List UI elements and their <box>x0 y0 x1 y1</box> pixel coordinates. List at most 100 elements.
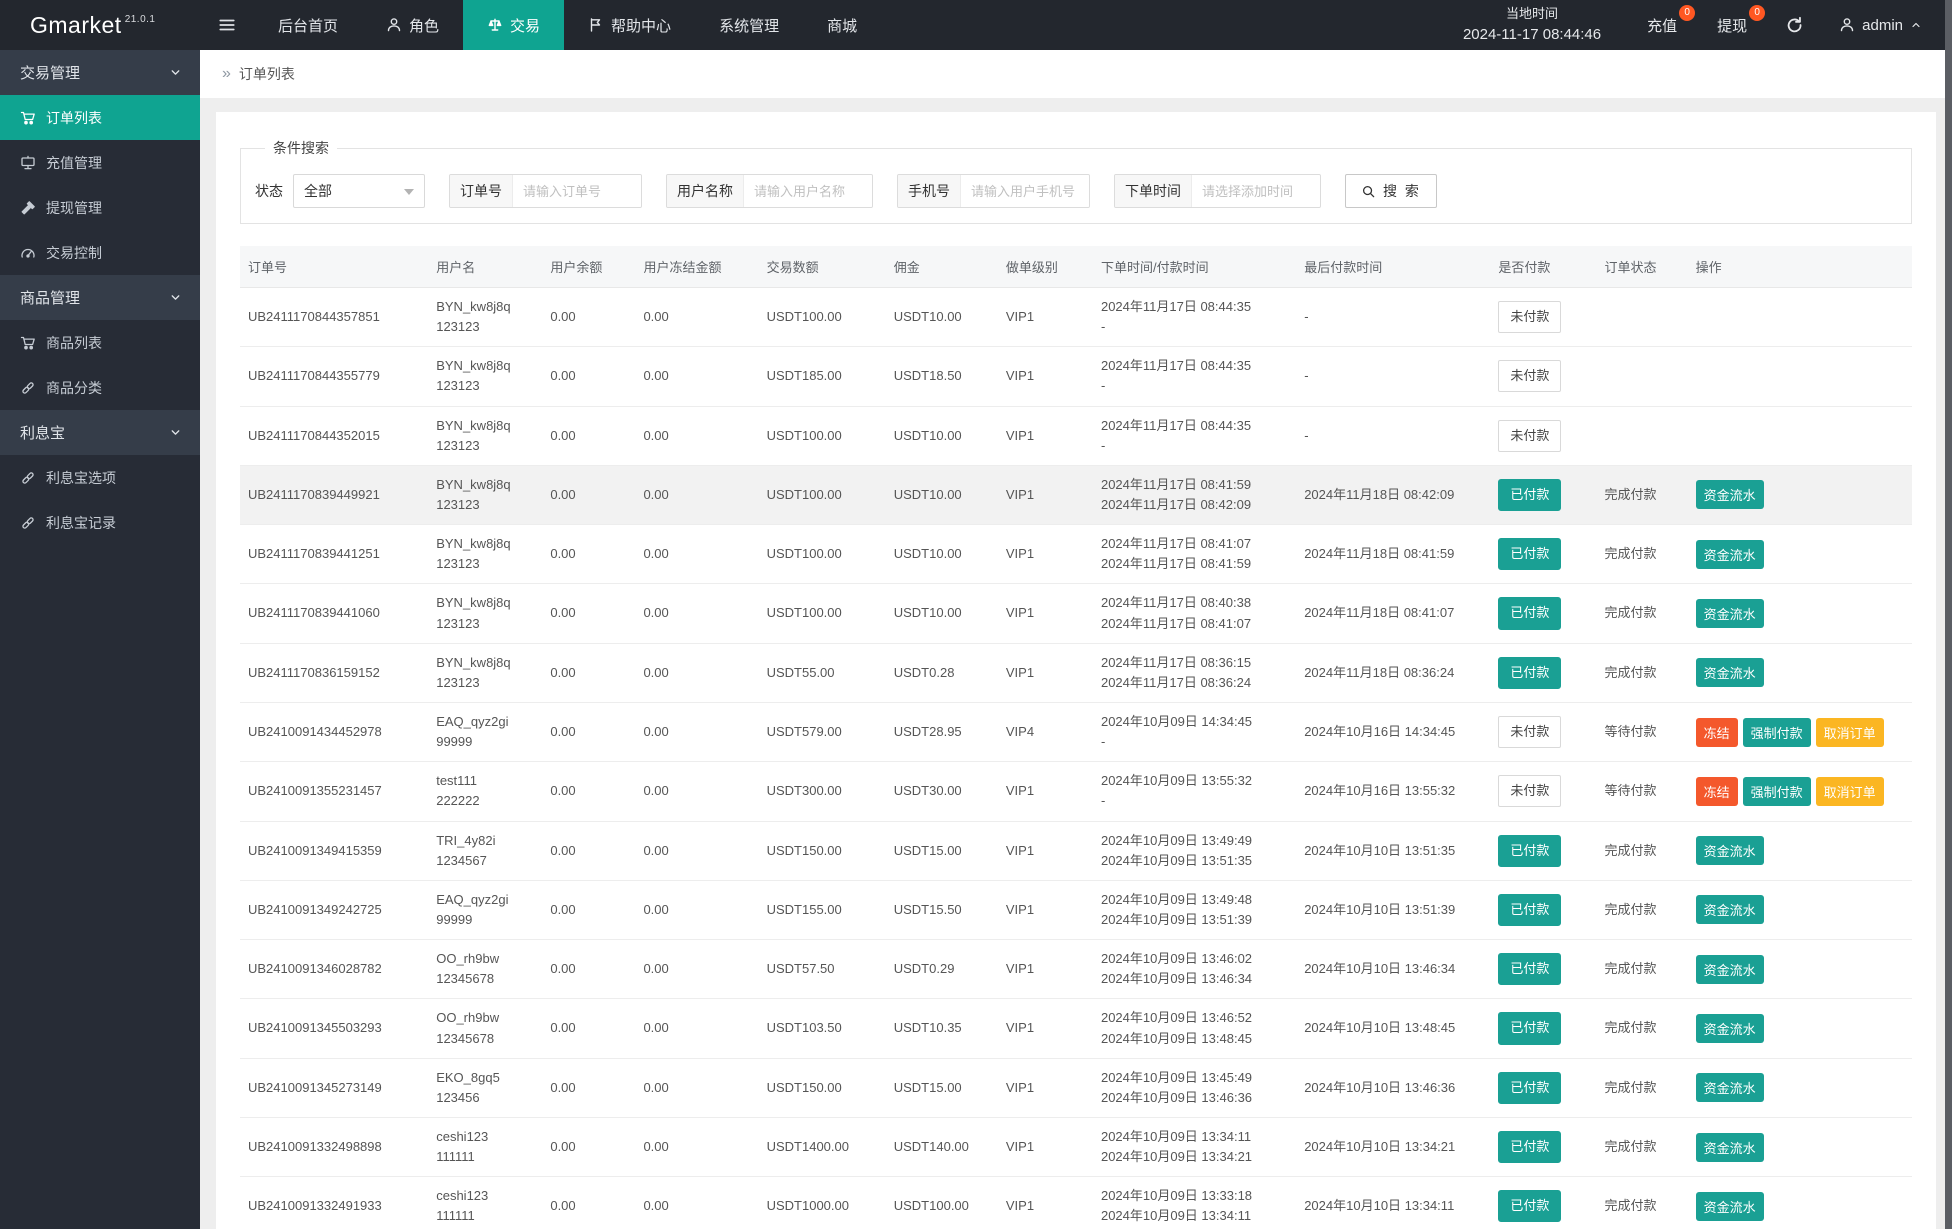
order-no-input[interactable] <box>513 175 641 207</box>
sidebar-item-goods-list[interactable]: 商品列表 <box>0 320 200 365</box>
username-cell: ceshi123111111 <box>428 1177 542 1229</box>
sidebar-item-lixibao-records[interactable]: 利息宝记录 <box>0 500 200 545</box>
fund-flow-button[interactable]: 资金流水 <box>1696 1014 1764 1043</box>
cancel-order-button[interactable]: 取消订单 <box>1816 777 1884 806</box>
sidebar-item-lixibao-options[interactable]: 利息宝选项 <box>0 455 200 500</box>
scrollbar-thumb[interactable] <box>1945 0 1952 1229</box>
column-header: 操作 <box>1688 246 1912 288</box>
order-time-label: 下单时间 <box>1115 175 1192 207</box>
order-no-cell: UB2411170844352015 <box>240 406 428 465</box>
freeze-button[interactable]: 冻结 <box>1696 718 1738 747</box>
recharge-label: 充值 <box>1647 15 1677 36</box>
sidebar-item-trade-control[interactable]: 交易控制 <box>0 230 200 275</box>
sidebar: 交易管理订单列表充值管理提现管理交易控制商品管理商品列表商品分类利息宝利息宝选项… <box>0 50 200 1229</box>
order-time-input[interactable] <box>1192 175 1320 207</box>
recharge-nav-button[interactable]: 充值 0 <box>1627 0 1697 50</box>
last-pay-time-cell: 2024年10月16日 14:34:45 <box>1296 702 1490 761</box>
column-header: 是否付款 <box>1490 246 1596 288</box>
last-pay-time-cell: - <box>1296 406 1490 465</box>
sidebar-group-goods-mgmt[interactable]: 商品管理 <box>0 275 200 320</box>
frozen-cell: 0.00 <box>635 1177 758 1229</box>
recharge-badge: 0 <box>1679 5 1695 21</box>
force-pay-button[interactable]: 强制付款 <box>1743 718 1811 747</box>
status-filter: 状态 全部 <box>255 174 425 208</box>
fund-flow-button[interactable]: 资金流水 <box>1696 658 1764 687</box>
order-no-cell: UB2410091349242725 <box>240 880 428 939</box>
order-no-cell: UB2410091332498898 <box>240 1117 428 1176</box>
fund-flow-button[interactable]: 资金流水 <box>1696 1133 1764 1162</box>
sidebar-item-goods-category[interactable]: 商品分类 <box>0 365 200 410</box>
page-title: 订单列表 <box>239 64 295 84</box>
status-select[interactable]: 全部 <box>293 174 425 208</box>
nav-item-mall[interactable]: 商城 <box>803 0 881 50</box>
fund-flow-button[interactable]: 资金流水 <box>1696 1073 1764 1102</box>
order-no-cell: UB2410091332491933 <box>240 1177 428 1229</box>
search-button[interactable]: 搜 索 <box>1345 174 1437 208</box>
order-status-cell: 完成付款 <box>1597 643 1688 702</box>
nav-item-system[interactable]: 系统管理 <box>695 0 803 50</box>
sidebar-group-trade-mgmt[interactable]: 交易管理 <box>0 50 200 95</box>
nav-item-label: 商城 <box>827 15 857 36</box>
commission-cell: USDT15.00 <box>886 1058 998 1117</box>
nav-item-label: 帮助中心 <box>611 15 671 36</box>
sidebar-item-label: 订单列表 <box>46 108 102 128</box>
sidebar-item-order-list[interactable]: 订单列表 <box>0 95 200 140</box>
balance-cell: 0.00 <box>542 347 635 406</box>
level-cell: VIP1 <box>998 1058 1093 1117</box>
withdraw-nav-button[interactable]: 提现 0 <box>1697 0 1767 50</box>
sidebar-item-recharge-mgmt[interactable]: 充值管理 <box>0 140 200 185</box>
table-row: UB2410091346028782OO_rh9bw123456780.000.… <box>240 940 1912 999</box>
order-time-cell: 2024年10月09日 13:45:492024年10月09日 13:46:36 <box>1093 1058 1296 1117</box>
column-header: 下单时间/付款时间 <box>1093 246 1296 288</box>
username-cell: OO_rh9bw12345678 <box>428 999 542 1058</box>
board-icon <box>20 155 36 171</box>
pay-status-cell: 已付款 <box>1490 465 1596 524</box>
user-icon <box>386 17 402 33</box>
commission-cell: USDT10.00 <box>886 465 998 524</box>
sidebar-group-lixibao[interactable]: 利息宝 <box>0 410 200 455</box>
username-cell: EKO_8gq5123456 <box>428 1058 542 1117</box>
username-cell: BYN_kw8j8q123123 <box>428 584 542 643</box>
fund-flow-button[interactable]: 资金流水 <box>1696 480 1764 509</box>
cancel-order-button[interactable]: 取消订单 <box>1816 718 1884 747</box>
level-cell: VIP4 <box>998 702 1093 761</box>
nav-item-trade[interactable]: 交易 <box>463 0 564 50</box>
commission-cell: USDT10.00 <box>886 525 998 584</box>
order-time-cell: 2024年11月17日 08:44:35- <box>1093 406 1296 465</box>
sidebar-item-withdraw-mgmt[interactable]: 提现管理 <box>0 185 200 230</box>
pay-status-badge: 已付款 <box>1498 597 1561 629</box>
pay-status-badge: 已付款 <box>1498 1131 1561 1163</box>
amount-cell: USDT1400.00 <box>759 1117 886 1176</box>
last-pay-time-cell: 2024年10月10日 13:34:21 <box>1296 1117 1490 1176</box>
phone-input[interactable] <box>961 175 1089 207</box>
nav-item-home[interactable]: 后台首页 <box>254 0 362 50</box>
fund-flow-button[interactable]: 资金流水 <box>1696 540 1764 569</box>
username-cell: EAQ_qyz2gi99999 <box>428 702 542 761</box>
fund-flow-button[interactable]: 资金流水 <box>1696 1192 1764 1221</box>
search-button-label: 搜 索 <box>1383 181 1421 201</box>
breadcrumb-arrows-icon: » <box>222 65 231 83</box>
nav-item-roles[interactable]: 角色 <box>362 0 463 50</box>
fund-flow-button[interactable]: 资金流水 <box>1696 599 1764 628</box>
fund-flow-button[interactable]: 资金流水 <box>1696 895 1764 924</box>
order-time-cell: 2024年11月17日 08:36:152024年11月17日 08:36:24 <box>1093 643 1296 702</box>
refresh-icon[interactable] <box>1767 0 1821 50</box>
username-input[interactable] <box>744 175 872 207</box>
admin-menu[interactable]: admin <box>1821 0 1952 50</box>
fund-flow-button[interactable]: 资金流水 <box>1696 836 1764 865</box>
menu-toggle-icon[interactable] <box>200 0 254 50</box>
fund-flow-button[interactable]: 资金流水 <box>1696 955 1764 984</box>
link-icon <box>20 380 36 396</box>
amount-cell: USDT55.00 <box>759 643 886 702</box>
nav-item-help[interactable]: 帮助中心 <box>564 0 695 50</box>
pay-status-badge: 已付款 <box>1498 953 1561 985</box>
pay-status-badge: 已付款 <box>1498 538 1561 570</box>
table-row: UB2410091349242725EAQ_qyz2gi999990.000.0… <box>240 880 1912 939</box>
top-navbar: Gmarket21.0.1 后台首页角色交易帮助中心系统管理商城 当地时间 20… <box>0 0 1952 50</box>
cart-icon <box>20 110 36 126</box>
freeze-button[interactable]: 冻结 <box>1696 777 1738 806</box>
order-time-cell: 2024年10月09日 14:34:45- <box>1093 702 1296 761</box>
frozen-cell: 0.00 <box>635 525 758 584</box>
force-pay-button[interactable]: 强制付款 <box>1743 777 1811 806</box>
frozen-cell: 0.00 <box>635 702 758 761</box>
